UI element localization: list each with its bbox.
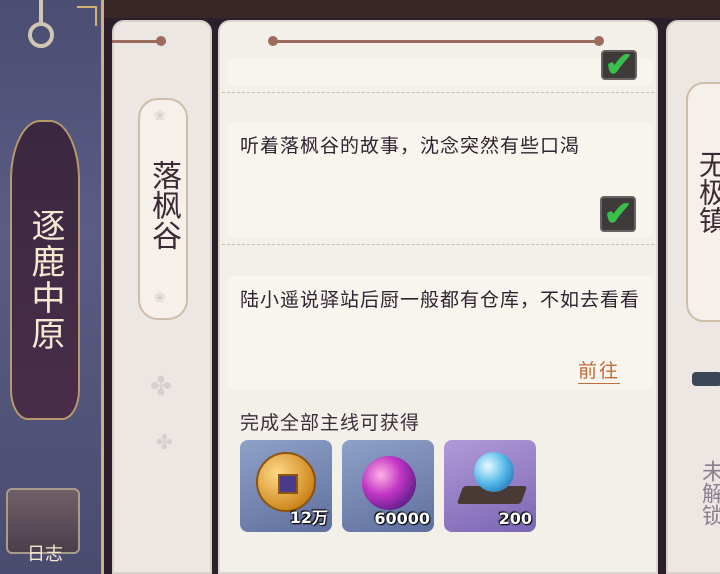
reward-slot[interactable]: 60000 (342, 440, 434, 532)
reward-slot[interactable]: 12万 (240, 440, 332, 532)
hanging-rope (39, 0, 43, 24)
quest-description: 陆小遥说驿站后厨一般都有仓库，不如去看看 (240, 289, 641, 311)
rod-knob (268, 36, 278, 46)
rod-knob (156, 36, 166, 46)
reward-slot[interactable]: 200 (444, 440, 536, 532)
blue-orb-icon (474, 452, 514, 492)
completed-check-icon: ✔ (601, 48, 637, 82)
goto-link[interactable]: 前往 (578, 356, 621, 384)
purple-orb-icon (362, 456, 416, 510)
next-chapter-title: 无极镇 (696, 150, 720, 234)
quest-description: 听着落枫谷的故事，沈念突然有些口渴 (240, 135, 581, 157)
flower-ornament-icon: ❀ (154, 108, 166, 124)
top-strip (0, 0, 720, 18)
flower-ornament-icon: ❀ (154, 290, 166, 306)
chapter-tab-title: 落枫谷 (146, 160, 181, 250)
lock-icon (692, 372, 720, 386)
quest-item (228, 58, 653, 86)
hanging-ring-icon (28, 22, 54, 48)
reward-quantity: 200 (498, 509, 532, 528)
clover-ornament-icon: ✤ (150, 372, 172, 402)
reward-quantity: 60000 (374, 509, 430, 528)
log-button-label[interactable]: 日志 (10, 540, 80, 566)
corner-ornament (77, 6, 97, 26)
rewards-heading: 完成全部主线可获得 (240, 412, 421, 434)
chapter-title: 逐鹿中原 (25, 208, 65, 352)
quest-divider (222, 244, 654, 245)
locked-label: 未解锁 (698, 460, 720, 526)
quest-divider (222, 92, 654, 93)
completed-check-icon: ✔ (600, 196, 636, 232)
copper-coin-icon (256, 452, 316, 512)
rod-knob (594, 36, 604, 46)
panel-rod (270, 40, 600, 43)
clover-ornament-icon: ✤ (156, 430, 173, 454)
reward-quantity: 12万 (289, 508, 328, 527)
